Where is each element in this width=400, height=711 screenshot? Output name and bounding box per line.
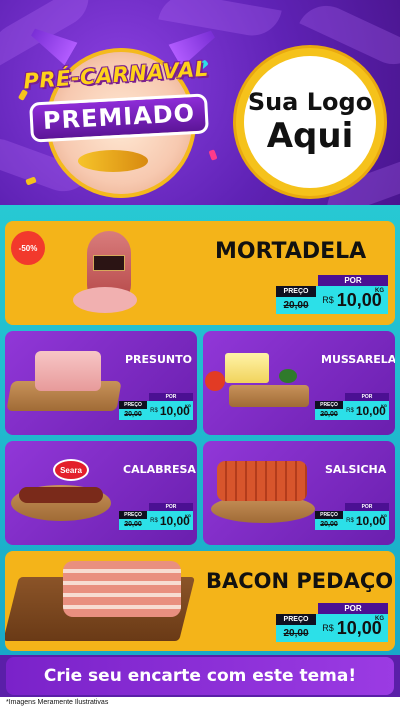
price-tag: POR PREÇO 20,00 R$ 10,00 KG — [276, 275, 388, 319]
product-card-mortadela[interactable]: -50% MORTADELA POR PREÇO 20,00 R$ 10,00 … — [5, 221, 395, 325]
price-tag: POR PREÇO 20,00 R$ 10,00 KG — [315, 393, 389, 423]
current-price-box: R$ 10,00 KG — [147, 511, 193, 530]
current-price-box: R$ 10,00 KG — [343, 401, 389, 420]
mortadela-slices-image — [73, 287, 137, 313]
price-por-label: POR — [149, 393, 193, 401]
old-price-box: PREÇO 20,00 — [119, 401, 147, 420]
product-card-calabresa[interactable]: Seara CALABRESA POR PREÇO 20,00 R$ 10,00… — [5, 441, 197, 545]
logo-placeholder: Sua Logo Aqui — [236, 48, 384, 196]
price-tag: POR PREÇO 20,00 R$ 10,00 KG — [276, 603, 388, 647]
unit: KG — [381, 513, 387, 518]
unit: KG — [375, 288, 384, 294]
product-name: MUSSARELA — [321, 353, 395, 366]
header-banner: PRÉ-CARNAVAL PREMIADO Sua Logo Aqui — [0, 0, 400, 205]
cheese-board-image — [229, 385, 309, 407]
old-price: 20,00 — [315, 409, 343, 420]
preco-label: PREÇO — [283, 616, 309, 623]
price-tag: POR PREÇO 20,00 R$ 10,00 KG — [119, 503, 193, 533]
unit: KG — [381, 403, 387, 408]
current-price-box: R$ 10,00 KG — [343, 511, 389, 530]
logo-text-line-1: Sua Logo — [247, 88, 373, 116]
price-por-label: POR — [318, 603, 388, 614]
bacon-image — [63, 561, 181, 617]
confetti-decoration — [208, 149, 218, 161]
currency: R$ — [346, 407, 354, 414]
offers-area: -50% MORTADELA POR PREÇO 20,00 R$ 10,00 … — [0, 205, 400, 655]
old-price: 20,00 — [315, 519, 343, 530]
presunto-image — [35, 351, 101, 391]
price-por-label: POR — [345, 503, 389, 511]
preco-label: PREÇO — [320, 512, 338, 518]
price-por-label: POR — [345, 393, 389, 401]
disclaimer-text: *Imagens Meramente Ilustrativas — [6, 699, 109, 706]
calabresa-image — [19, 487, 103, 503]
currency: R$ — [150, 407, 158, 414]
mortadela-label-image — [93, 255, 125, 271]
product-card-salsicha[interactable]: SALSICHA POR PREÇO 20,00 R$ 10,00 KG — [203, 441, 395, 545]
logo-text-line-2: Aqui — [266, 116, 354, 156]
old-price-box: PREÇO 20,00 — [315, 511, 343, 530]
product-name: CALABRESA — [123, 463, 196, 476]
current-price-box: R$ 10,00 KG — [316, 614, 388, 642]
product-card-presunto[interactable]: PRESUNTO POR PREÇO 20,00 R$ 10,00 KG — [5, 331, 197, 435]
old-price: 20,00 — [119, 409, 147, 420]
unit: KG — [375, 616, 384, 622]
currency: R$ — [322, 295, 334, 305]
preco-label: PREÇO — [320, 402, 338, 408]
current-price-box: R$ 10,00 KG — [147, 401, 193, 420]
old-price-box: PREÇO 20,00 — [315, 401, 343, 420]
old-price-box: PREÇO 20,00 — [119, 511, 147, 530]
mussarela-image — [225, 353, 269, 383]
brand-logo: Seara — [53, 459, 89, 481]
salsicha-image — [217, 461, 307, 501]
carnival-mask-icon — [78, 150, 148, 172]
product-name: BACON PEDAÇO — [206, 569, 394, 593]
old-price-box: PREÇO 20,00 — [276, 286, 316, 314]
tomato-image — [205, 371, 225, 391]
palm-leaf-decoration — [158, 0, 282, 41]
old-price: 20,00 — [276, 625, 316, 642]
old-price-box: PREÇO 20,00 — [276, 614, 316, 642]
current-price-box: R$ 10,00 KG — [316, 286, 388, 314]
currency: R$ — [322, 623, 334, 633]
product-name: MORTADELA — [215, 239, 367, 264]
product-name: PRESUNTO — [125, 353, 192, 366]
currency: R$ — [150, 517, 158, 524]
product-name: SALSICHA — [325, 463, 387, 476]
product-card-bacon[interactable]: BACON PEDAÇO POR PREÇO 20,00 R$ 10,00 KG — [5, 551, 395, 651]
preco-label: PREÇO — [124, 402, 142, 408]
price-tag: POR PREÇO 20,00 R$ 10,00 KG — [119, 393, 193, 423]
old-price: 20,00 — [119, 519, 147, 530]
price-por-label: POR — [149, 503, 193, 511]
preco-label: PREÇO — [283, 288, 309, 295]
unit: KG — [185, 513, 191, 518]
product-card-mussarela[interactable]: MUSSARELA POR PREÇO 20,00 R$ 10,00 KG — [203, 331, 395, 435]
create-flyer-button[interactable]: Crie seu encarte com este tema! — [6, 657, 394, 695]
basil-image — [279, 369, 297, 383]
currency: R$ — [346, 517, 354, 524]
old-price: 20,00 — [276, 297, 316, 314]
price-por-label: POR — [318, 275, 388, 286]
discount-badge: -50% — [11, 231, 45, 265]
preco-label: PREÇO — [124, 512, 142, 518]
unit: KG — [185, 403, 191, 408]
price-tag: POR PREÇO 20,00 R$ 10,00 KG — [315, 503, 389, 533]
